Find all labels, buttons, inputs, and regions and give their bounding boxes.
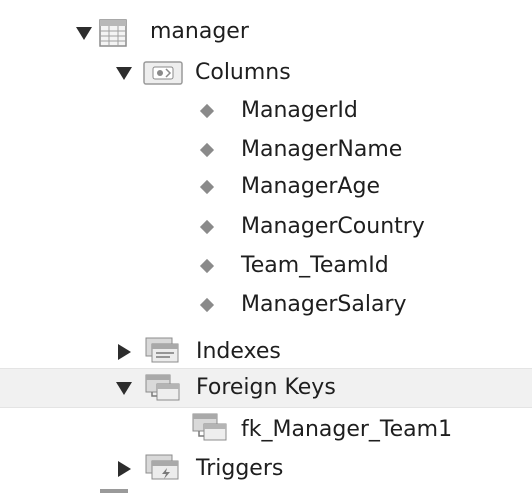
expand-arrow-icon[interactable]	[76, 27, 92, 40]
foreign-key-icon	[190, 412, 230, 448]
column-diamond-icon	[199, 103, 215, 119]
tree-node-label: manager	[150, 19, 249, 44]
tree-node-manager[interactable]: manager	[0, 14, 532, 52]
table-icon	[99, 19, 127, 51]
column-item[interactable]: Team_TeamId	[0, 247, 532, 285]
tree-node-label: Triggers	[196, 456, 284, 481]
tree-node-label: Indexes	[196, 339, 281, 364]
tree-node-label: Columns	[195, 60, 291, 85]
column-label: ManagerSalary	[241, 292, 407, 317]
foreign-key-label: fk_Manager_Team1	[241, 417, 453, 442]
tree-node-foreign-keys[interactable]: Foreign Keys	[0, 368, 532, 408]
expand-arrow-icon[interactable]	[116, 382, 132, 395]
column-item[interactable]: ManagerId	[0, 92, 532, 130]
column-label: ManagerName	[241, 137, 403, 162]
tree-node-columns[interactable]: Columns	[0, 55, 532, 93]
expand-arrow-icon[interactable]	[116, 67, 132, 80]
tree-node-label: Foreign Keys	[196, 375, 336, 400]
column-item[interactable]: ManagerName	[0, 131, 532, 169]
collapse-arrow-icon[interactable]	[118, 344, 131, 360]
column-diamond-icon	[199, 297, 215, 313]
column-item[interactable]: ManagerCountry	[0, 208, 532, 246]
column-diamond-icon	[199, 142, 215, 158]
foreign-key-item[interactable]: fk_Manager_Team1	[0, 410, 532, 448]
column-diamond-icon	[199, 219, 215, 235]
indexes-folder-icon	[143, 336, 183, 370]
column-label: ManagerId	[241, 98, 358, 123]
next-tree-node-edge	[100, 489, 128, 493]
column-label: ManagerAge	[241, 174, 380, 199]
foreign-keys-folder-icon	[143, 373, 183, 407]
columns-folder-icon	[143, 60, 183, 90]
tree-node-indexes[interactable]: Indexes	[0, 333, 532, 371]
column-diamond-icon	[199, 258, 215, 274]
column-diamond-icon	[199, 179, 215, 195]
column-item[interactable]: ManagerAge	[0, 168, 532, 206]
triggers-folder-icon	[143, 453, 183, 487]
collapse-arrow-icon[interactable]	[118, 461, 131, 477]
tree-node-triggers[interactable]: Triggers	[0, 450, 532, 488]
column-label: ManagerCountry	[241, 214, 425, 239]
column-label: Team_TeamId	[241, 253, 389, 278]
schema-tree: manager Columns ManagerId ManagerName Ma…	[0, 0, 532, 493]
column-item[interactable]: ManagerSalary	[0, 286, 532, 324]
